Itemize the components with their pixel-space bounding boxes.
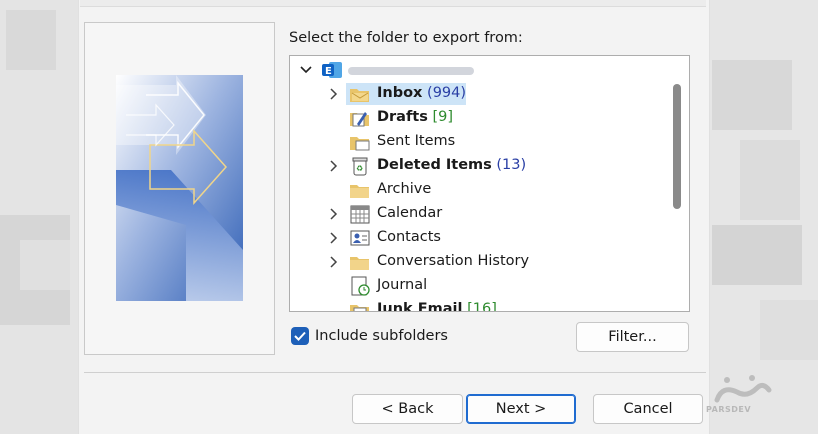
tree-item-journal[interactable]: Journal <box>290 274 670 298</box>
folder-name: Deleted Items <box>377 157 492 173</box>
folder-icon <box>349 252 371 272</box>
tree-item-drafts[interactable]: Drafts [9] <box>290 106 670 130</box>
tree-item-label: Deleted Items (13) <box>377 157 526 173</box>
chevron-right-icon[interactable] <box>327 255 341 269</box>
tree-scrollbar-thumb[interactable] <box>673 84 681 209</box>
tree-item-deleted-items[interactable]: ♻ Deleted Items (13) <box>290 154 670 178</box>
blurred-email-address <box>348 67 474 75</box>
dialog-separator <box>84 372 706 373</box>
svg-text:E: E <box>325 66 332 77</box>
include-subfolders-checkbox[interactable] <box>291 327 309 345</box>
contacts-icon <box>349 228 371 248</box>
folder-name: Conversation History <box>377 253 530 269</box>
calendar-icon <box>349 204 371 224</box>
tree-item-label: Journal <box>377 277 427 293</box>
include-subfolders-label[interactable]: Include subfolders <box>315 328 448 344</box>
svg-text:♻: ♻ <box>356 164 363 173</box>
archive-folder-icon <box>349 180 371 200</box>
background-tile <box>740 140 800 220</box>
background-tile <box>712 60 792 130</box>
folder-name: Sent Items <box>377 133 456 149</box>
chevron-down-icon[interactable] <box>299 63 313 77</box>
tree-item-label: Sent Items <box>377 133 455 149</box>
chevron-right-icon[interactable] <box>327 159 341 173</box>
background-tile <box>20 240 70 290</box>
folder-count: (994) <box>427 85 467 101</box>
wizard-arrows-graphic <box>116 75 243 301</box>
folder-count: (13) <box>496 157 527 173</box>
folder-name: Journal <box>377 277 428 293</box>
filter-button[interactable]: Filter... <box>576 322 689 352</box>
tree-item-calendar[interactable]: Calendar <box>290 202 670 226</box>
sent-items-folder-icon <box>349 132 371 152</box>
tree-item-sent-items[interactable]: Sent Items <box>290 130 670 154</box>
drafts-folder-icon <box>349 108 371 128</box>
recycle-bin-icon: ♻ <box>349 156 371 176</box>
tree-item-label: Calendar <box>377 205 442 221</box>
junk-email-folder-icon <box>349 300 371 311</box>
folder-name: Contacts <box>377 229 441 245</box>
chevron-right-icon[interactable] <box>327 87 341 101</box>
tree-item-archive[interactable]: Archive <box>290 178 670 202</box>
next-button[interactable]: Next > <box>466 394 576 424</box>
tree-item-label: Drafts [9] <box>377 109 453 125</box>
exchange-account-icon: E <box>321 60 343 80</box>
tree-item-junk-email[interactable]: Junk Email [16] <box>290 298 670 312</box>
folder-name: Inbox <box>377 85 423 101</box>
watermark-brand: PARSDEV <box>706 405 752 414</box>
chevron-right-icon[interactable] <box>327 207 341 221</box>
back-button[interactable]: < Back <box>352 394 463 424</box>
tree-item-conversation-history[interactable]: Conversation History <box>290 250 670 274</box>
tree-item-label: Inbox (994) <box>377 85 466 101</box>
folder-name: Drafts <box>377 109 428 125</box>
journal-icon <box>349 276 371 296</box>
background-tile <box>712 225 802 285</box>
tree-item-label: Contacts <box>377 229 441 245</box>
tree-root-account[interactable]: E <box>290 58 670 82</box>
folder-count: [9] <box>432 109 453 125</box>
inbox-folder-icon <box>349 84 371 104</box>
tree-item-label: Junk Email [16] <box>377 301 497 312</box>
folder-name: Junk Email <box>377 301 463 312</box>
folder-count: [16] <box>467 301 497 312</box>
chevron-right-icon[interactable] <box>327 231 341 245</box>
background-tile <box>6 10 56 70</box>
folder-name: Calendar <box>377 205 443 221</box>
cancel-button[interactable]: Cancel <box>593 394 703 424</box>
folder-name: Archive <box>377 181 432 197</box>
tree-item-contacts[interactable]: Contacts <box>290 226 670 250</box>
dialog-top-edge <box>80 0 706 7</box>
folder-tree[interactable]: E Inbox (994) Drafts [9] Sent Items ♻ Delete… <box>289 55 690 312</box>
folder-prompt-label: Select the folder to export from: <box>289 30 523 46</box>
tree-item-inbox[interactable]: Inbox (994) <box>290 82 670 106</box>
tree-item-label: Archive <box>377 181 431 197</box>
tree-item-label: Conversation History <box>377 253 529 269</box>
wizard-image-panel <box>84 22 275 355</box>
background-tile <box>760 300 818 360</box>
